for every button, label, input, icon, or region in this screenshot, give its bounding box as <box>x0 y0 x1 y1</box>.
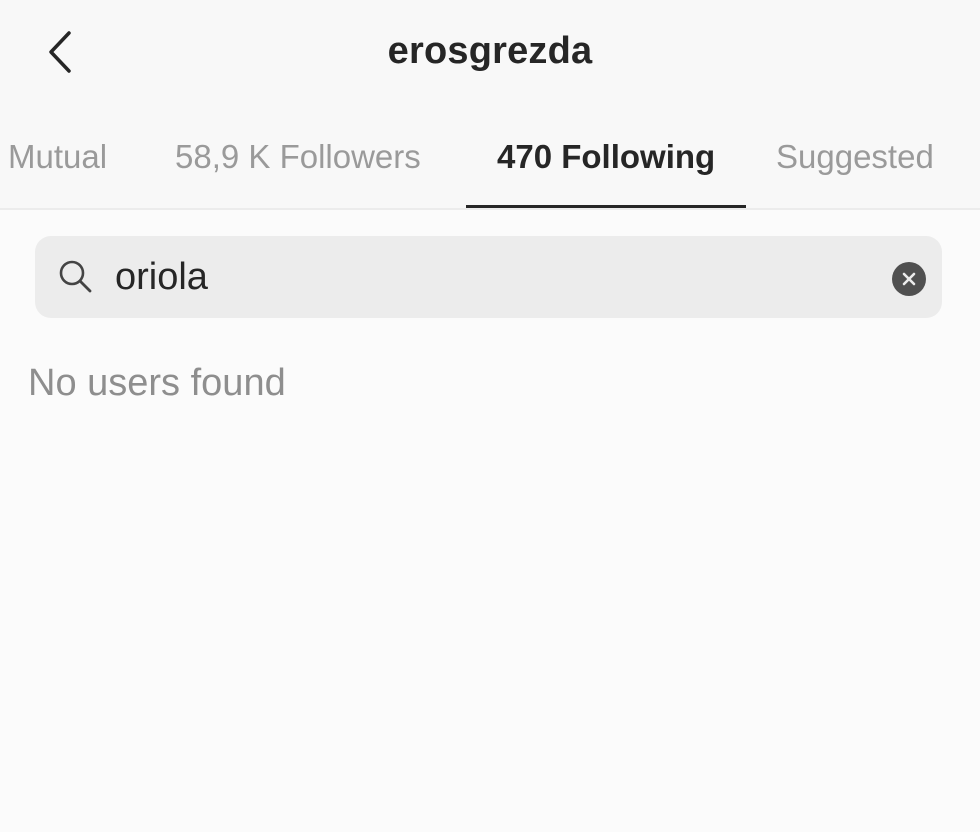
profile-header: erosgrezda Mutual 58,9 K Followers 470 F… <box>0 0 980 210</box>
following-screen: erosgrezda Mutual 58,9 K Followers 470 F… <box>0 0 980 832</box>
search-bar <box>35 236 942 318</box>
search-icon <box>59 260 92 293</box>
tab-followers[interactable]: 58,9 K Followers <box>175 138 421 176</box>
page-title: erosgrezda <box>387 30 593 72</box>
tab-mutual[interactable]: Mutual <box>8 138 107 176</box>
tab-bar: Mutual 58,9 K Followers 470 Following Su… <box>0 130 980 210</box>
no-results-message: No users found <box>28 362 286 404</box>
clear-search-button[interactable] <box>892 262 926 296</box>
clear-x-icon <box>902 272 916 286</box>
tab-following[interactable]: 470 Following <box>497 138 715 176</box>
active-tab-indicator <box>466 205 746 208</box>
tab-suggested[interactable]: Suggested <box>776 138 934 176</box>
search-input[interactable] <box>115 248 875 306</box>
